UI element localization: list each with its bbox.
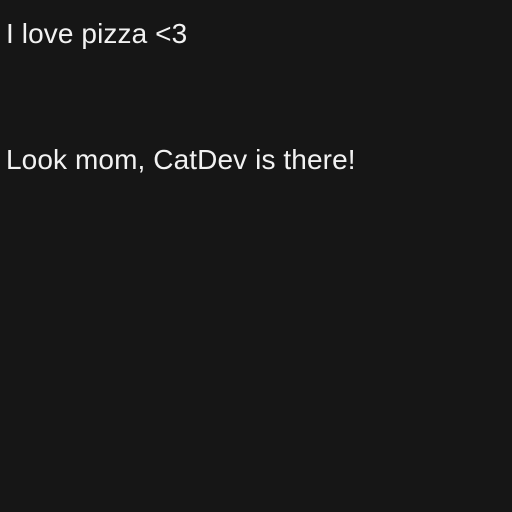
text-line-catdev: Look mom, CatDev is there!	[6, 144, 356, 175]
page-canvas: I love pizza <3 Look mom, CatDev is ther…	[0, 0, 512, 512]
text-line-pizza: I love pizza <3	[6, 18, 188, 49]
